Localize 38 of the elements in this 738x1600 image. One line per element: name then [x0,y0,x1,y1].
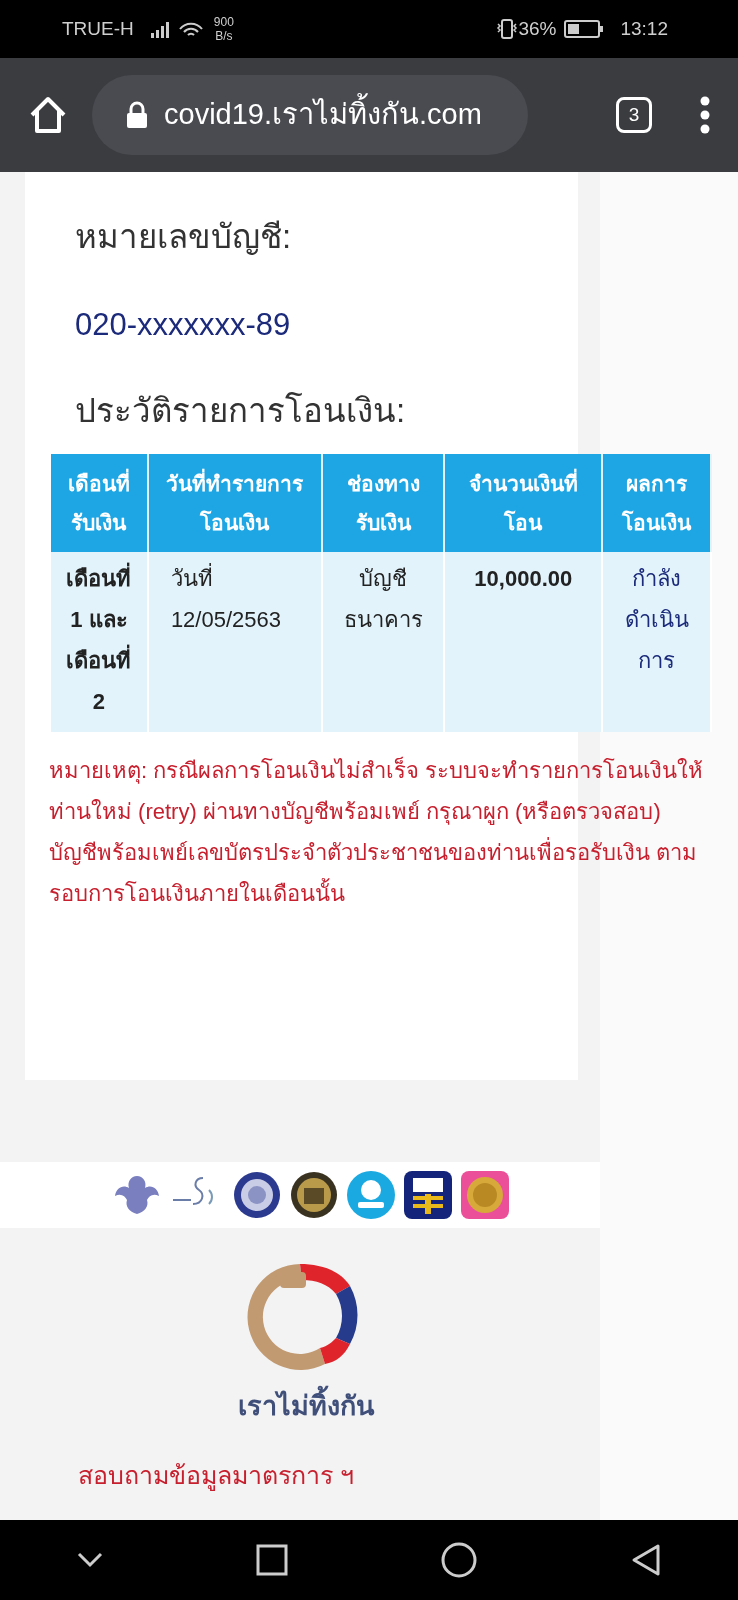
lock-icon [126,101,148,129]
history-title: ประวัติรายการโอนเงิน: [75,391,407,431]
account-number: 020-xxxxxxx-89 [75,305,292,344]
bank-logo-icon [346,1170,396,1220]
menu-icon[interactable] [700,96,710,134]
table-cell: กำลังดำเนินการ [602,551,711,732]
vibrate-icon [496,18,519,40]
logo-caption: เราไม่ทิ้งกัน [238,1386,374,1427]
speed-value: 900 [213,14,234,29]
account-label: หมายเลขบัญชี: [75,217,293,257]
table-cell: 10,000.00 [444,551,603,732]
table-cell: เดือนที่ 1 และเดือนที่ 2 [51,551,148,732]
table-cell: วันที่ 12/05/2563 [147,551,322,732]
battery-icon [564,19,605,39]
address-bar[interactable]: covid19.เราไม่ทิ้งกัน.com [92,75,528,155]
column-header: วันที่ทำรายการโอนเงิน [147,453,322,552]
round-seal-icon [232,1170,282,1220]
battery-percent: 36% [518,16,557,41]
coin-emblem-icon [460,1170,510,1220]
column-header: เดือนที่รับเงิน [51,453,148,552]
column-header: ช่องทางรับเงิน [321,453,445,552]
home-button-icon[interactable] [440,1542,477,1578]
note-text: หมายเหตุ: กรณีผลการโอนเงินไม่สำเร็จ ระบบจะทำรายการโอนเงินให้ท่านใหม่ (retry) ผ่านทางบัญชีพร้อมเพย์ กรุณาผูก (หรือตรวจสอบ) บัญชีพร้อมเพย์เลขบัตรประจำตัวประชาชนของท่านเพื่อรอรับเงิน ตามรอบการโอนเงินภายในเดือนนั้น [49,755,705,908]
url-text: covid19.เราไม่ทิ้งกัน.com [164,93,482,137]
column-header: จำนวนเงินที่โอน [444,453,603,552]
chevron-down-icon[interactable] [76,1552,103,1568]
tab-count[interactable]: 3 [616,97,652,133]
table-cell: บัญชีธนาคาร [321,551,445,732]
clock: 13:12 [620,16,668,41]
column-header: ผลการโอนเงิน [602,453,711,552]
carrier-name: TRUE-H [62,16,134,41]
home-icon[interactable] [28,96,68,134]
recents-icon[interactable] [255,1544,288,1576]
round-seal-icon [289,1170,339,1220]
square-emblem-icon [403,1170,453,1220]
wifi-icon [177,20,206,38]
info-link[interactable]: สอบถามข้อมูลมาตรการ ฯ [78,1456,354,1494]
speed-unit: B/s [214,29,234,44]
